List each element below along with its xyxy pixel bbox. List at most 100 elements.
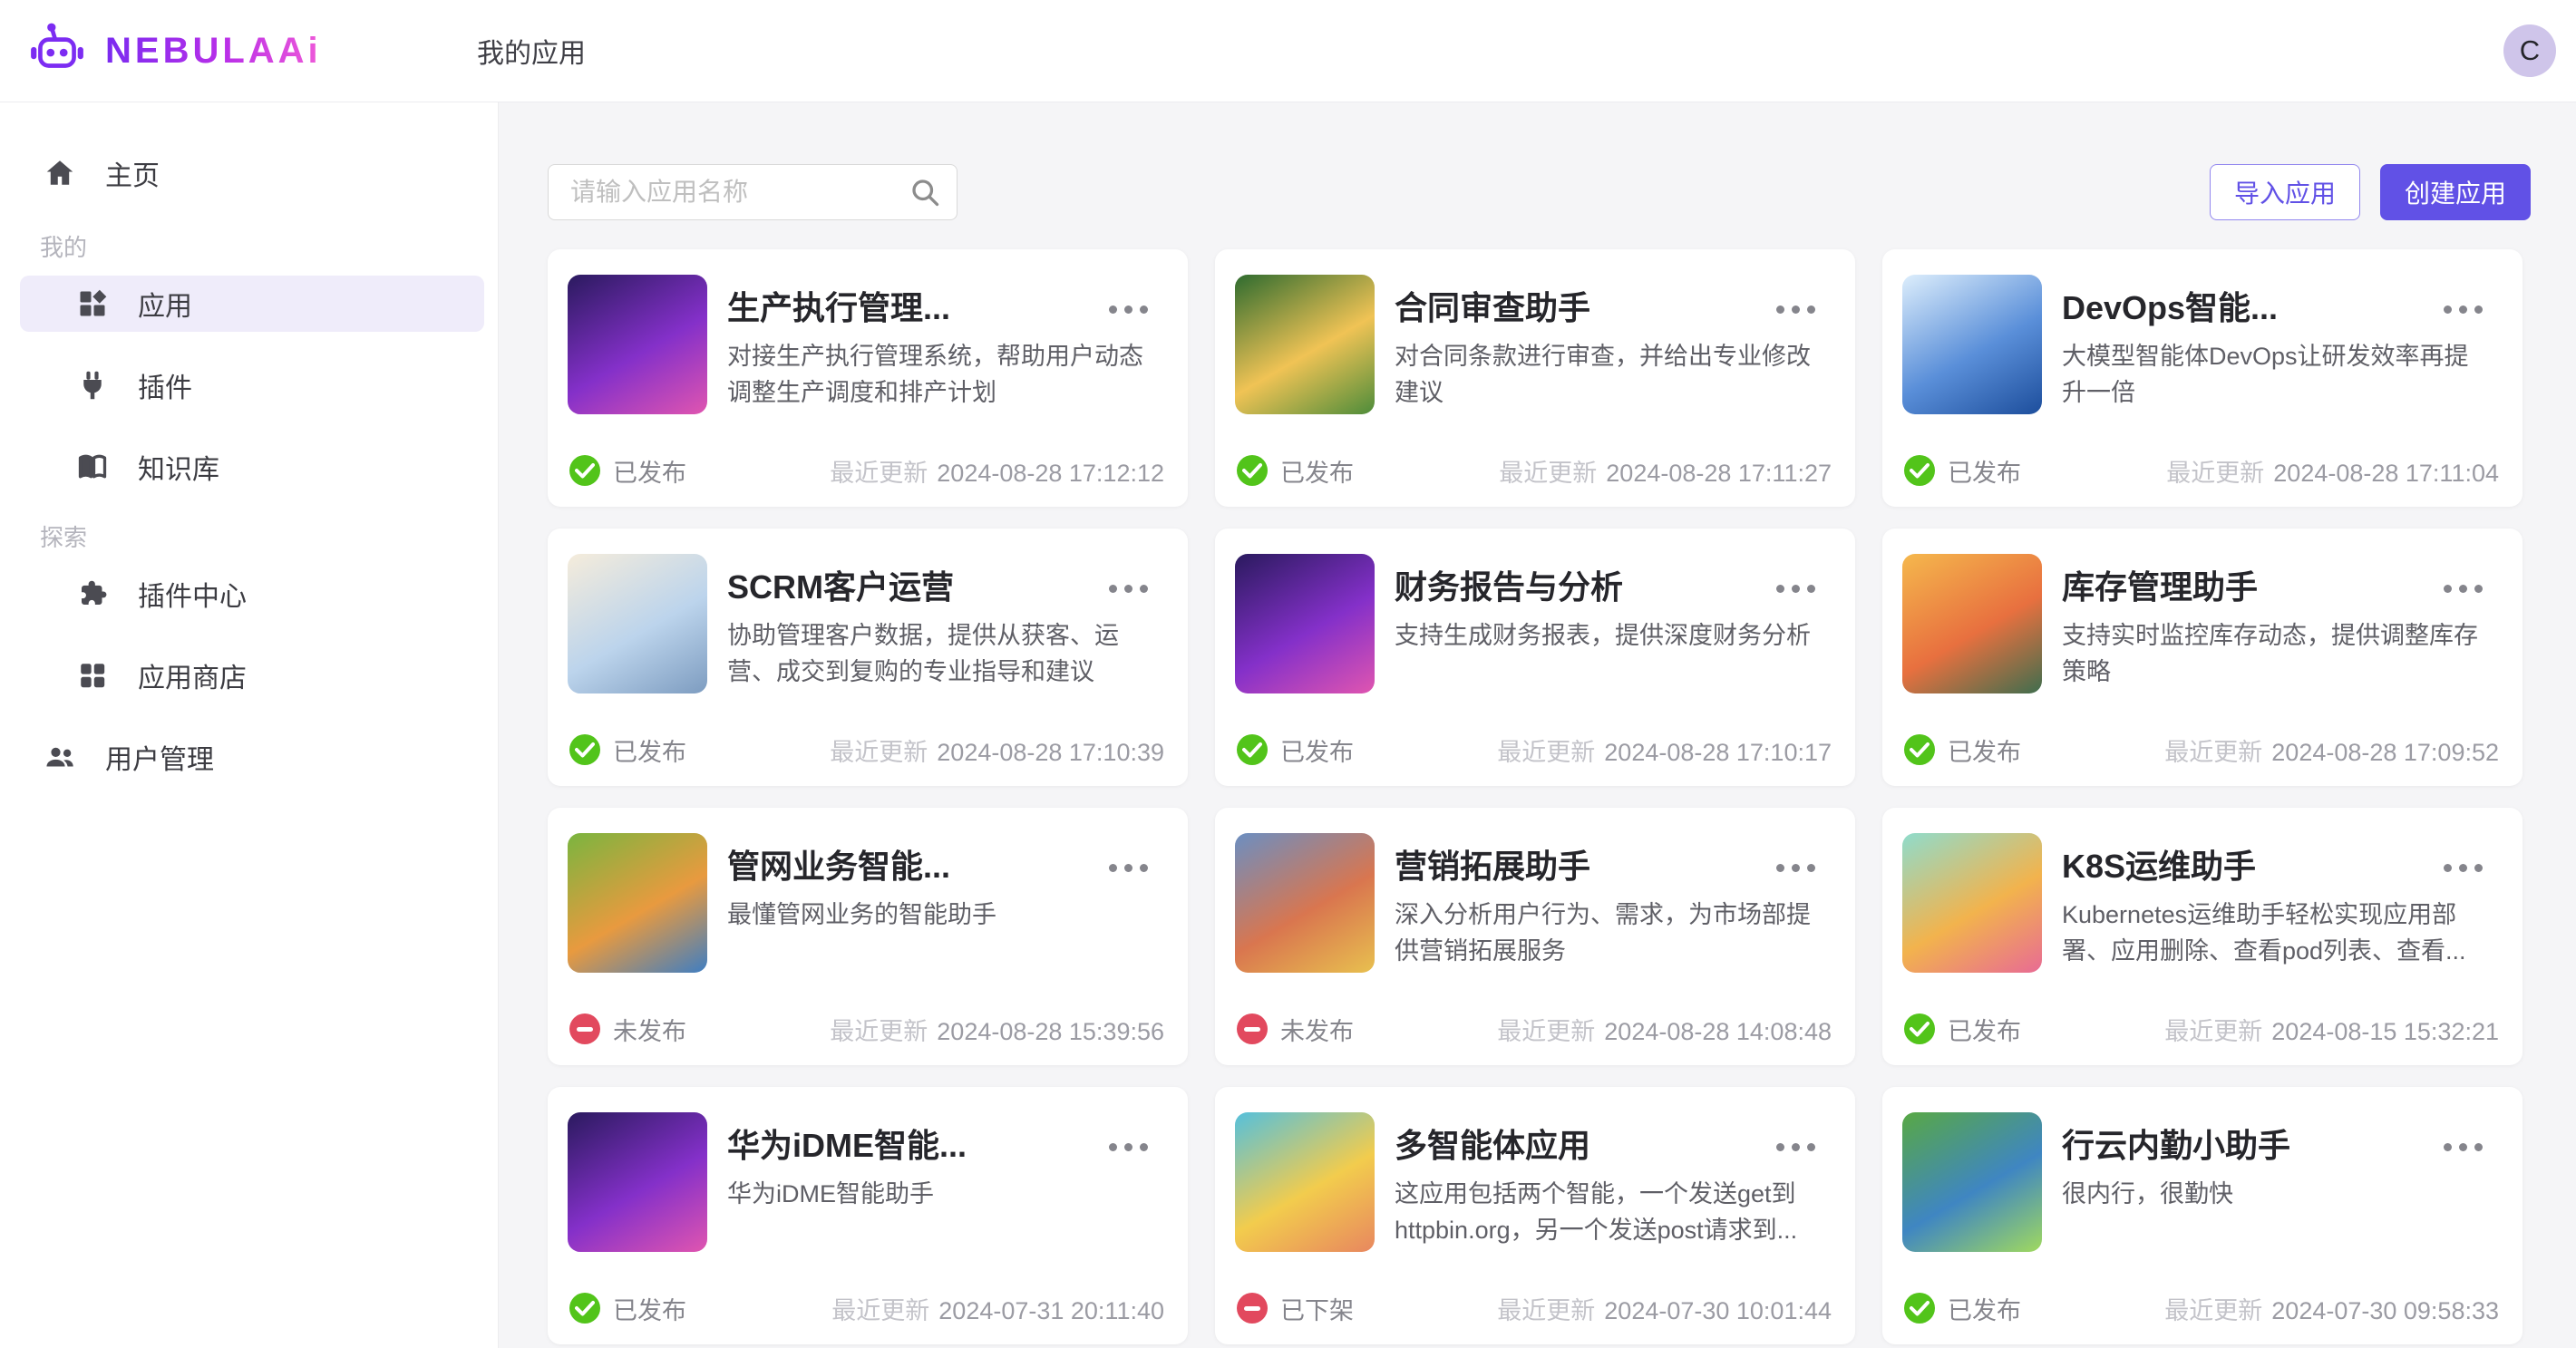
more-menu-button[interactable] [1771,858,1821,878]
ellipsis-dot [2474,585,2483,593]
more-menu-button[interactable] [1771,1138,1821,1157]
more-menu-button[interactable] [1103,300,1153,319]
app-card[interactable]: 管网业务智能... 最懂管网业务的智能助手 未发布 最近更新2024-08-28… [548,808,1188,1065]
more-menu-button[interactable] [2438,300,2488,319]
more-menu-button[interactable] [1103,858,1153,878]
sidebar-item-knowledge[interactable]: 知识库 [20,439,484,495]
app-card[interactable]: 多智能体应用 这应用包括两个智能，一个发送get到httpbin.org，另一个… [1215,1087,1855,1344]
ellipsis-dot [1776,864,1784,872]
status-label: 已发布 [1280,732,1354,768]
app-card[interactable]: 华为iDME智能... 华为iDME智能助手 已发布 最近更新2024-07-3… [548,1087,1188,1344]
check-icon [1910,742,1930,758]
check-icon [1910,1300,1930,1316]
search-input[interactable] [548,164,957,220]
ellipsis-dot [2459,1143,2467,1151]
updated-time: 2024-08-28 17:10:39 [937,739,1164,766]
updated-label: 最近更新 [831,1297,929,1324]
updated-info: 最近更新2024-08-28 17:09:52 [2164,732,2499,768]
more-menu-button[interactable] [1103,579,1153,598]
app-card[interactable]: 合同审查助手 对合同条款进行审查，并给出专业修改建议 已发布 最近更新2024-… [1215,249,1855,507]
check-icon [575,742,595,758]
app-card-title: DevOps智能... [2062,282,2417,329]
status-label: 已发布 [1948,1012,2021,1047]
check-icon [575,462,595,479]
brand-logo[interactable]: NEBULAAi [0,21,471,81]
ellipsis-dot [2444,585,2452,593]
sidebar-item-plugins[interactable]: 插件 [20,357,484,413]
sidebar-item-apps[interactable]: 应用 [20,276,484,332]
app-card[interactable]: 行云内勤小助手 很内行，很勤快 已发布 最近更新2024-07-30 09:58… [1882,1087,2523,1344]
plug-icon [76,369,109,402]
check-icon [1242,742,1262,758]
app-card-title: 多智能体应用 [1395,1120,1750,1167]
ellipsis-dot [2444,864,2452,872]
sidebar-item-home[interactable]: 主页 [20,145,484,201]
app-card-description: 支持生成财务报表，提供深度财务分析 [1395,617,1815,654]
more-menu-button[interactable] [1103,1138,1153,1157]
ellipsis-dot [1140,305,1148,314]
appstore-add-icon [76,287,109,320]
more-menu-button[interactable] [2438,1138,2488,1157]
ellipsis-dot [1792,305,1800,314]
app-card[interactable]: 库存管理助手 支持实时监控库存动态，提供调整库存策略 已发布 最近更新2024-… [1882,529,2523,786]
ellipsis-dot [1109,1143,1117,1151]
app-card-footer: 已发布 最近更新2024-08-28 17:09:52 [1904,733,2499,766]
app-card-footer: 已发布 最近更新2024-07-30 09:58:33 [1904,1292,2499,1324]
app-card[interactable]: 营销拓展助手 深入分析用户行为、需求，为市场部提供营销拓展服务 未发布 最近更新… [1215,808,1855,1065]
app-card-footer: 已发布 最近更新2024-08-28 17:10:39 [569,733,1164,766]
updated-info: 最近更新2024-08-28 14:08:48 [1497,1012,1832,1047]
appstore-icon [76,659,109,692]
ellipsis-dot [1807,864,1815,872]
app-thumbnail [568,275,707,414]
sidebar-item-plugin-center[interactable]: 插件中心 [20,566,484,622]
app-card-description: 支持实时监控库存动态，提供调整库存策略 [2062,617,2483,690]
sidebar-section-my: 我的 [40,232,498,263]
ellipsis-dot [1109,864,1117,872]
app-card-footer: 已发布 最近更新2024-08-15 15:32:21 [1904,1013,2499,1045]
app-card[interactable]: 财务报告与分析 支持生成财务报表，提供深度财务分析 已发布 最近更新2024-0… [1215,529,1855,786]
sidebar-item-label: 用户管理 [105,737,214,777]
check-icon [575,1300,595,1316]
ellipsis-dot [2459,305,2467,314]
app-thumbnail [1235,833,1375,973]
search-box [548,164,957,220]
more-menu-button[interactable] [2438,858,2488,878]
ellipsis-dot [1792,1143,1800,1151]
ellipsis-dot [1776,1143,1784,1151]
import-app-button[interactable]: 导入应用 [2210,164,2360,220]
home-icon [44,157,76,189]
app-card-description: 对接生产执行管理系统，帮助用户动态调整生产调度和排产计划 [727,338,1148,411]
ellipsis-dot [1792,585,1800,593]
app-card-description: 很内行，很勤快 [2062,1176,2483,1212]
updated-info: 最近更新2024-08-28 17:10:39 [830,732,1164,768]
ellipsis-dot [1776,585,1784,593]
app-card[interactable]: SCRM客户运营 协助管理客户数据，提供从获客、运营、成交到复购的专业指导和建议… [548,529,1188,786]
app-card-title: 行云内勤小助手 [2062,1120,2417,1167]
sidebar-item-user-management[interactable]: 用户管理 [20,729,484,785]
app-card-title: K8S运维助手 [2062,840,2417,887]
status-label: 未发布 [613,1012,686,1047]
status-badge [1904,455,1935,486]
app-card-footer: 未发布 最近更新2024-08-28 15:39:56 [569,1013,1164,1045]
ellipsis-dot [2444,305,2452,314]
app-card[interactable]: 生产执行管理... 对接生产执行管理系统，帮助用户动态调整生产调度和排产计划 已… [548,249,1188,507]
app-card-description: 对合同条款进行审查，并给出专业修改建议 [1395,338,1815,411]
robot-logo-icon [27,21,87,81]
app-card[interactable]: DevOps智能... 大模型智能体DevOps让研发效率再提升一倍 已发布 最… [1882,249,2523,507]
more-menu-button[interactable] [1771,300,1821,319]
sidebar-item-app-store[interactable]: 应用商店 [20,647,484,703]
updated-time: 2024-07-30 10:01:44 [1604,1297,1832,1324]
more-menu-button[interactable] [1771,579,1821,598]
create-app-button[interactable]: 创建应用 [2380,164,2531,220]
updated-label: 最近更新 [2166,460,2264,487]
minus-icon [577,1027,593,1032]
more-menu-button[interactable] [2438,579,2488,598]
user-avatar[interactable]: C [2503,24,2556,77]
updated-info: 最近更新2024-07-31 20:11:40 [831,1291,1164,1326]
app-card[interactable]: K8S运维助手 Kubernetes运维助手轻松实现应用部署、应用删除、查看po… [1882,808,2523,1065]
ellipsis-dot [1124,1143,1132,1151]
sidebar-item-label: 应用商店 [138,655,247,695]
status-badge [1904,1013,1935,1044]
updated-info: 最近更新2024-08-28 17:10:17 [1497,732,1832,768]
updated-info: 最近更新2024-07-30 10:01:44 [1497,1291,1832,1326]
